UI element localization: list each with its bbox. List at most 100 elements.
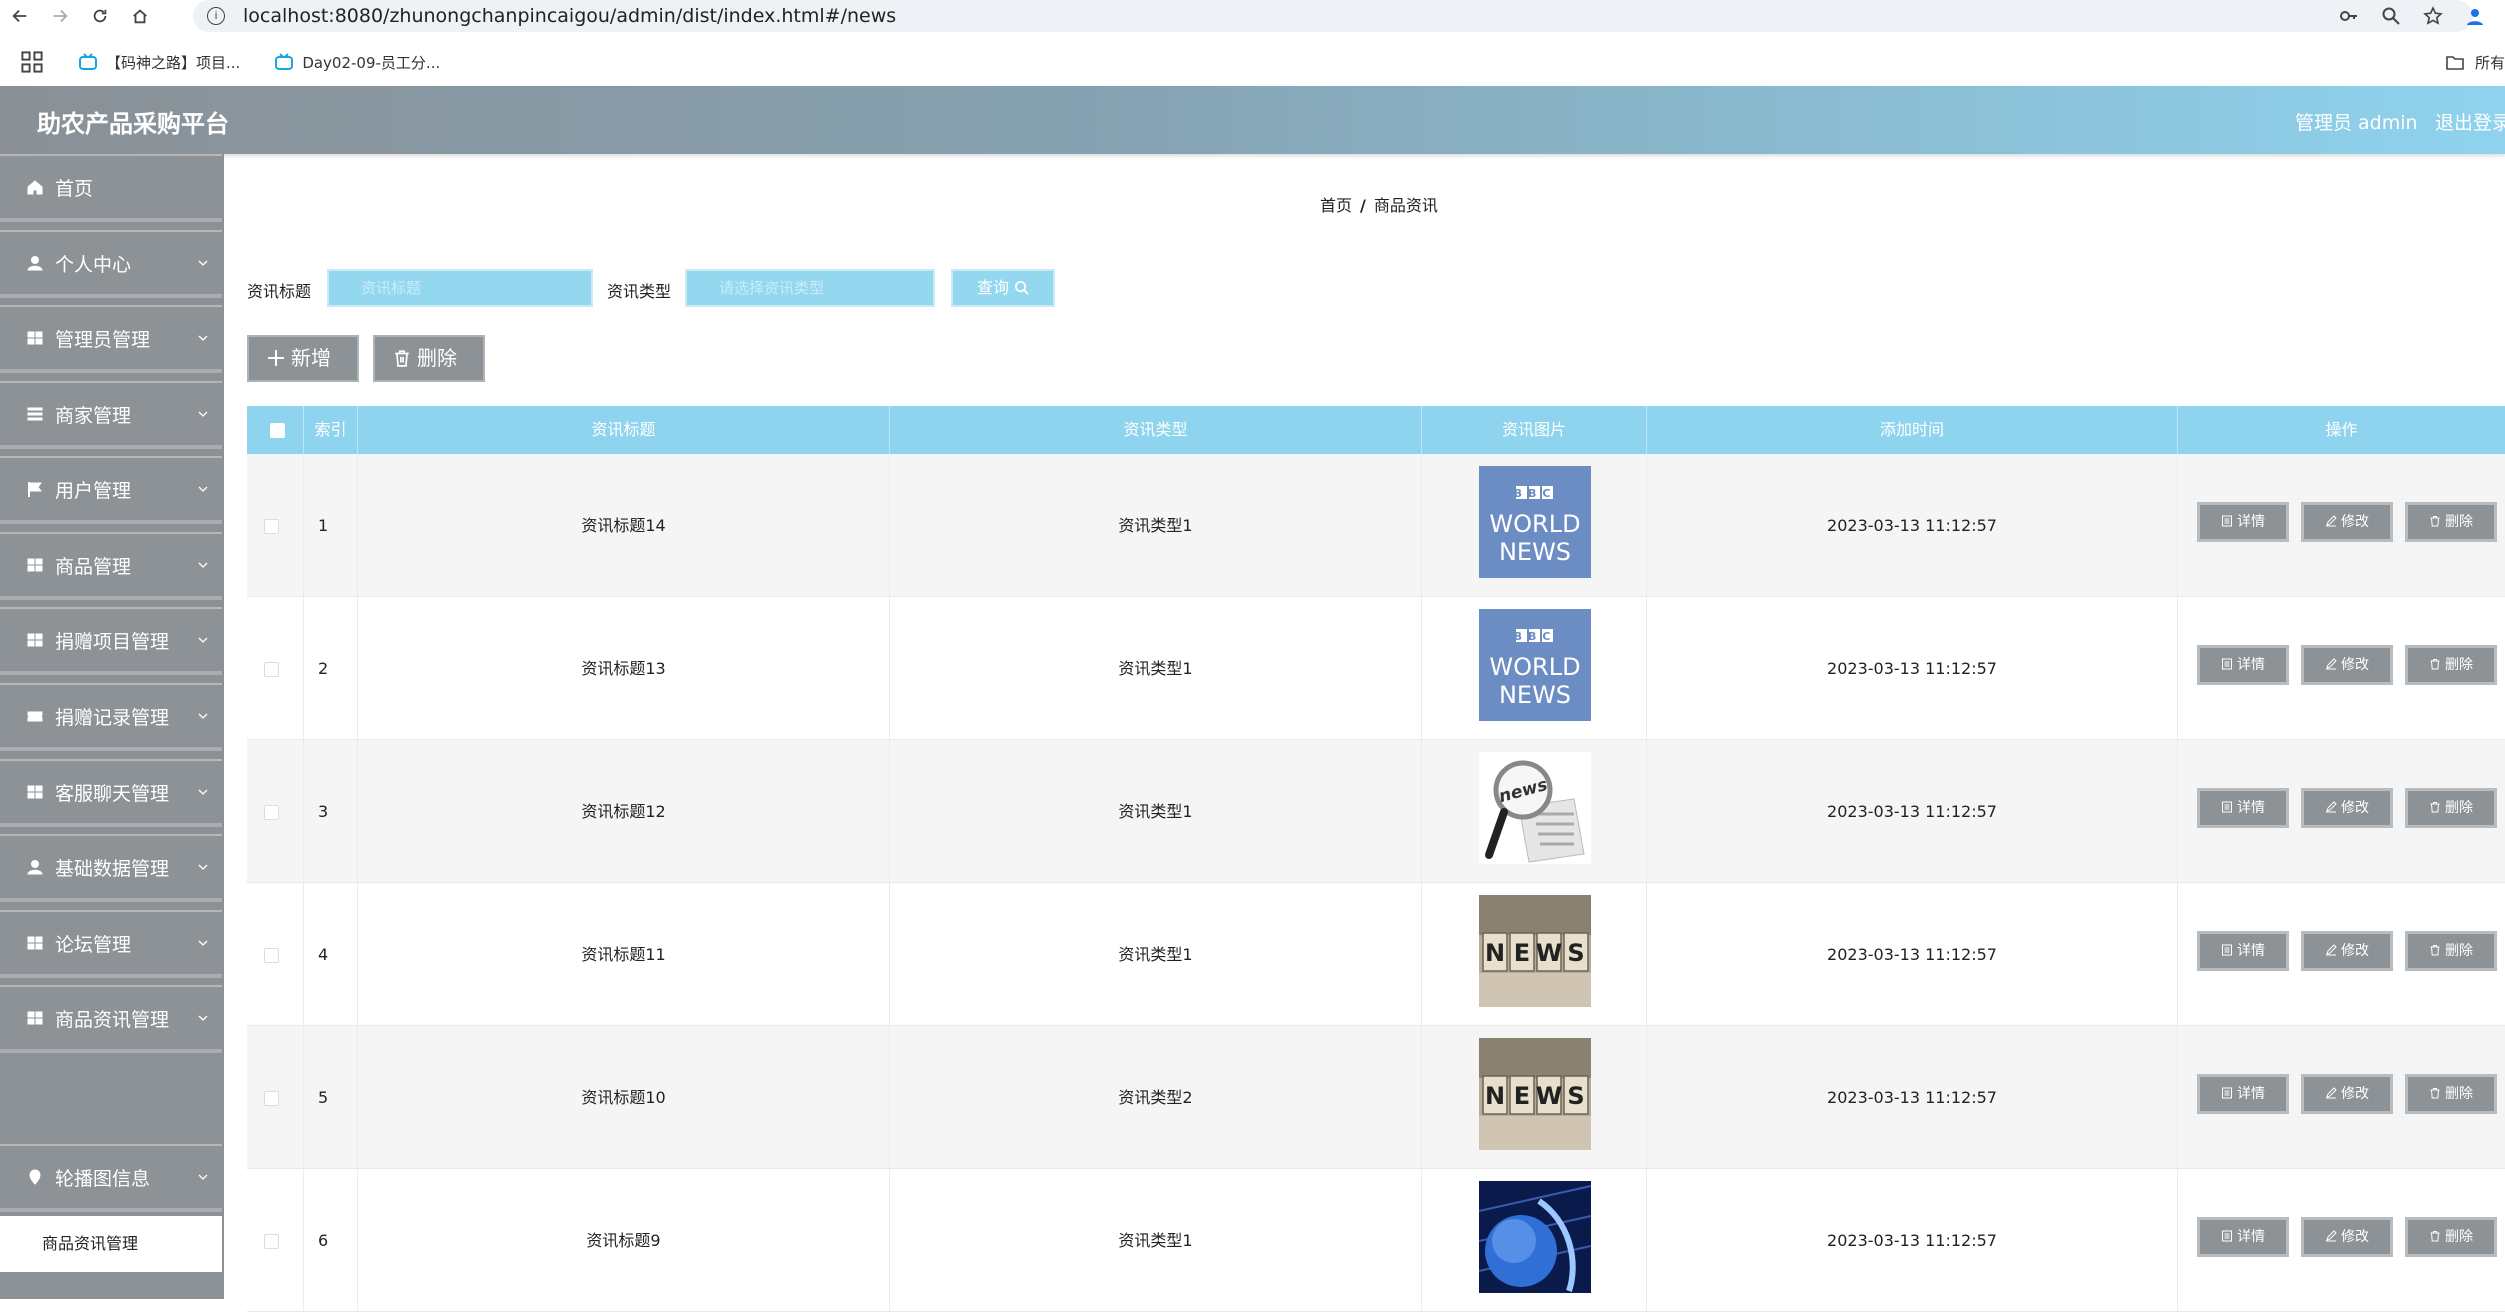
sidebar-item[interactable]: 用户管理 [0,456,222,524]
time-cell: 2023-03-13 11:12:57 [1647,1026,2178,1169]
checkbox-cell [247,597,304,740]
row-checkbox[interactable] [264,662,279,677]
title-search-input[interactable]: 资讯标题 [327,269,593,307]
sidebar-item[interactable]: 客服聊天管理 [0,759,222,827]
sidebar-item[interactable]: 轮播图信息 [0,1144,222,1212]
arrow-left-icon [12,9,27,23]
sidebar-item[interactable]: 论坛管理 [0,910,222,978]
address-bar[interactable]: i localhost:8080/zhunongchanpincaigou/ad… [193,0,2473,32]
all-bookmarks[interactable]: 所有 [2445,46,2505,78]
row-delete-button[interactable]: 删除 [2405,502,2497,542]
news-thumbnail[interactable]: NEWS [1479,1038,1591,1150]
trash-icon [2430,1231,2440,1242]
select-all-checkbox[interactable] [270,423,285,438]
row-checkbox[interactable] [264,1234,279,1249]
breadcrumb-home[interactable]: 首页 [1320,196,1352,215]
row-edit-button[interactable]: 修改 [2301,931,2393,971]
home-button[interactable] [120,0,160,32]
row-detail-button[interactable]: 详情 [2197,1074,2289,1114]
bookmark-item[interactable]: 【码神之路】项目... [78,52,240,73]
sidebar-item[interactable]: 首页 [0,154,222,222]
row-delete-button[interactable]: 删除 [2405,1217,2497,1257]
info-icon[interactable]: i [207,7,225,25]
svg-text:BBC: BBC [1514,630,1557,643]
row-detail-button[interactable]: 详情 [2197,502,2289,542]
key-icon[interactable] [2339,6,2359,26]
column-header: 索引 [304,406,358,454]
row-checkbox[interactable] [264,948,279,963]
row-delete-button[interactable]: 删除 [2405,931,2497,971]
title-cell: 资讯标题9 [358,1169,890,1312]
svg-text:W: W [1536,1082,1562,1110]
sidebar: 首页个人中心管理员管理商家管理用户管理商品管理捐赠项目管理捐赠记录管理 客服聊天管… [0,154,224,1299]
table-row: 2 资讯标题13 资讯类型1 BBC WORLD NEWS 2023-03-13 11:12… [247,597,2505,740]
apps-grid-icon[interactable] [20,50,44,74]
news-thumbnail[interactable]: news [1479,752,1591,864]
row-delete-button[interactable]: 删除 [2405,645,2497,685]
sidebar-item-label: 商品资讯管理 [55,1008,170,1031]
row-edit-label: 修改 [2341,800,2369,816]
grid-icon [27,1011,43,1025]
browser-toolbar: i localhost:8080/zhunongchanpincaigou/ad… [0,0,2505,32]
sidebar-item[interactable]: 基础数据管理 [0,834,222,902]
batch-delete-button[interactable]: 删除 [373,335,485,382]
sidebar-item[interactable]: 商品管理 [0,532,222,600]
svg-text:WORLD: WORLD [1489,653,1580,681]
row-edit-button[interactable]: 修改 [2301,645,2393,685]
row-edit-button[interactable]: 修改 [2301,1217,2393,1257]
sidebar-item[interactable]: 商家管理 [0,381,222,449]
row-checkbox[interactable] [264,519,279,534]
row-checkbox[interactable] [264,805,279,820]
type-cell: 资讯类型1 [890,740,1422,883]
sidebar-item[interactable]: 个人中心 [0,230,222,298]
reload-button[interactable] [80,0,120,32]
grid-icon [27,558,43,572]
row-detail-button[interactable]: 详情 [2197,645,2289,685]
column-header: 资讯图片 [1422,406,1647,454]
row-edit-button[interactable]: 修改 [2301,788,2393,828]
zoom-icon[interactable] [2381,6,2401,26]
news-thumbnail[interactable] [1479,1181,1591,1293]
sidebar-item[interactable]: 管理员管理 [0,305,222,373]
forward-button[interactable] [40,0,80,32]
type-select[interactable]: 请选择资讯类型 [685,269,935,307]
row-detail-button[interactable]: 详情 [2197,1217,2289,1257]
row-delete-button[interactable]: 删除 [2405,788,2497,828]
row-detail-button[interactable]: 详情 [2197,931,2289,971]
news-thumbnail[interactable]: BBC WORLD NEWS [1479,609,1591,721]
news-thumbnail[interactable]: BBC WORLD NEWS [1479,466,1591,578]
row-detail-label: 详情 [2237,800,2265,816]
sidebar-item[interactable]: 捐赠记录管理 [0,683,222,751]
row-delete-label: 删除 [2445,657,2473,673]
star-icon[interactable] [2423,6,2443,26]
row-edit-button[interactable]: 修改 [2301,502,2393,542]
back-button[interactable] [0,0,40,32]
row-detail-button[interactable]: 详情 [2197,788,2289,828]
row-edit-button[interactable]: 修改 [2301,1074,2393,1114]
submenu-item-news-management[interactable]: 商品资讯管理 [0,1216,222,1272]
row-checkbox[interactable] [264,1091,279,1106]
sidebar-item-label: 论坛管理 [55,933,132,956]
breadcrumb: 首页 / 商品资讯 [1320,192,1438,216]
chevron-down-icon [198,411,208,417]
title-cell: 资讯标题11 [358,883,890,1026]
add-button[interactable]: 新增 [247,335,359,382]
search-button[interactable]: 查询 [951,269,1055,307]
sidebar-item[interactable]: 捐赠项目管理 [0,607,222,675]
chevron-down-icon [198,260,208,266]
ticket-icon [27,711,43,722]
sidebar-item-label: 捐赠项目管理 [55,630,170,653]
row-delete-button[interactable]: 删除 [2405,1074,2497,1114]
time-cell: 2023-03-13 11:12:57 [1647,740,2178,883]
title-cell: 资讯标题14 [358,454,890,597]
news-thumbnail[interactable]: NEWS [1479,895,1591,1007]
profile-icon[interactable] [2465,6,2485,26]
all-bookmarks-label: 所有 [2474,53,2505,72]
document-icon [2222,1087,2232,1099]
edit-icon [2326,658,2337,670]
row-detail-label: 详情 [2237,1229,2265,1245]
bookmark-item[interactable]: Day02-09-员工分... [274,52,440,73]
chevron-down-icon [198,637,208,643]
sidebar-item[interactable]: 商品资讯管理 [0,985,222,1053]
logout-link[interactable]: 退出登录 [2435,108,2505,135]
